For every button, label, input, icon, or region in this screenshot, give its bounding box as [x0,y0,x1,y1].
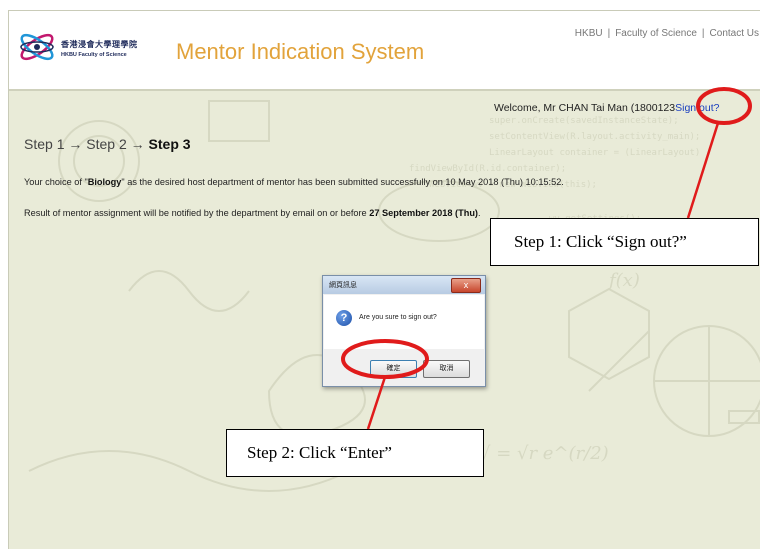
close-icon[interactable]: x [451,278,481,293]
deadline-date: 27 September 2018 (Thu) [369,208,478,218]
cancel-button[interactable]: 取消 [423,360,470,378]
svg-text:findViewById(R.id.container);: findViewById(R.id.container); [409,164,566,174]
message-text: Result of mentor assignment will be noti… [24,208,370,218]
link-contact-us[interactable]: Contact Us [710,28,759,39]
svg-text:LinearLayout container = (Line: LinearLayout container = (LinearLayout) [489,148,700,158]
step-arrow: → [68,136,83,152]
step-1-label: Step 1 [24,136,65,152]
logo-chinese-name: 香港浸會大學理學院 [61,40,138,49]
svg-text:√ = √r e^(r/2): √ = √r e^(r/2) [479,443,609,464]
message-text: " as the desired host department of ment… [121,177,564,187]
dialog-question: Are you sure to sign out? [359,314,437,321]
step-arrow: → [130,136,145,152]
question-icon: ? [336,310,352,326]
message-text: . [478,208,481,218]
link-faculty-of-science[interactable]: Faculty of Science [615,28,697,39]
step-2-label: Step 2 [86,136,127,152]
dialog-title: 網頁訊息 [329,282,357,289]
department-name: Biology [87,177,122,187]
svg-text:setContentView(R.layout.activi: setContentView(R.layout.activity_main); [489,132,700,142]
logo-english-name: HKBU Faculty of Science [61,52,127,58]
link-separator: | [701,28,705,39]
svg-text:f(x): f(x) [607,270,640,291]
step-2-callout: Step 2: Click “Enter” [226,429,484,477]
dialog-body: ? Are you sure to sign out? [324,295,484,349]
app-title: Mentor Indication System [176,39,425,64]
top-links: HKBU | Faculty of Science | Contact Us [575,28,759,39]
step-progress: Step 1 → Step 2 → Step 3 [24,136,191,152]
submission-message: Your choice of "Biology" as the desired … [24,177,564,187]
atom-logo-icon [20,33,54,61]
ok-button[interactable]: 確定 [370,360,417,378]
message-text: Your choice of " [24,177,88,187]
link-separator: | [607,28,611,39]
site-header: 香港浸會大學理學院 HKBU Faculty of Science Mentor… [9,11,760,91]
dialog-titlebar[interactable]: 網頁訊息 x [323,276,485,294]
hkbu-logo[interactable]: 香港浸會大學理學院 HKBU Faculty of Science [17,25,157,69]
welcome-text: Welcome, Mr CHAN Tai Man (1800123 [494,102,676,114]
step-1-callout: Step 1: Click “Sign out?” [490,218,759,266]
sign-out-confirm-dialog: 網頁訊息 x ? Are you sure to sign out? 確定 取消 [322,275,486,387]
welcome-message: Welcome, Mr CHAN Tai Man (1800123Sign ou… [494,102,719,114]
sign-out-link[interactable]: Sign out? [675,102,719,114]
notification-message: Result of mentor assignment will be noti… [24,208,481,218]
step-3-label: Step 3 [148,136,191,152]
svg-text:super.onCreate(savedInstanceSt: super.onCreate(savedInstanceState); [489,116,679,126]
link-hkbu[interactable]: HKBU [575,28,603,39]
